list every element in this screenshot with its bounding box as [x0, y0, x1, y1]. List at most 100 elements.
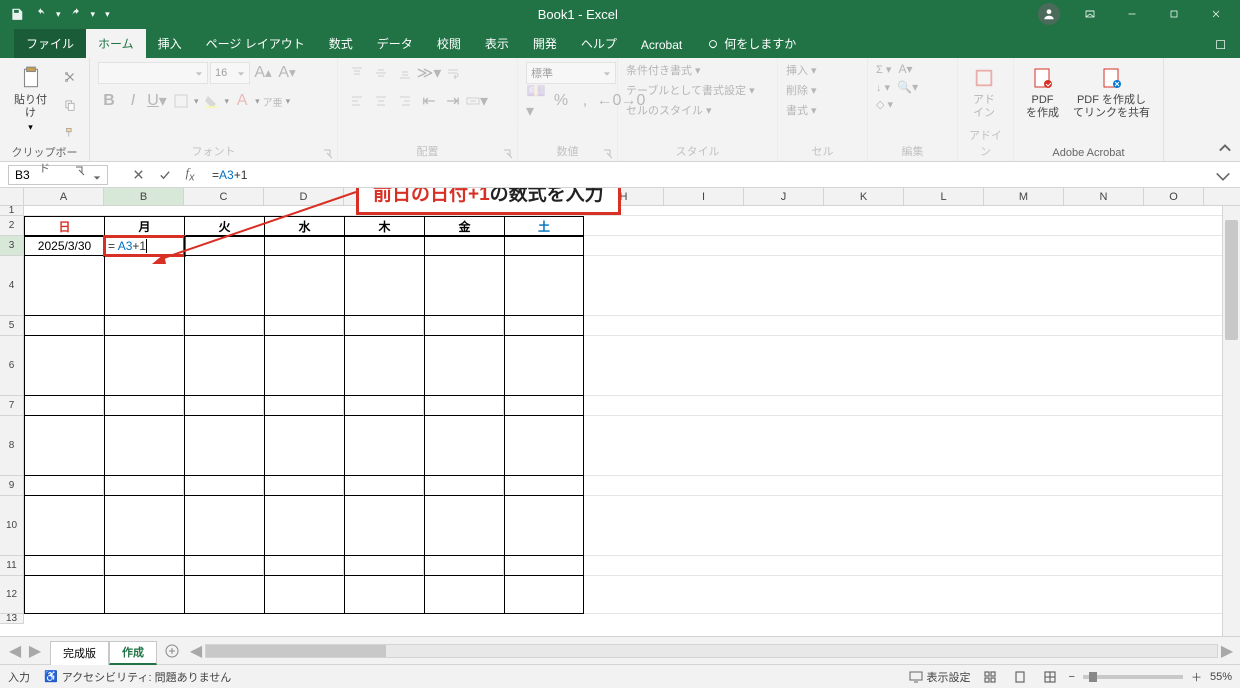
format-painter-icon[interactable] [59, 122, 81, 144]
clipboard-dialog-launcher[interactable] [75, 166, 85, 176]
col-header-N[interactable]: N [1064, 188, 1144, 205]
increase-font-icon[interactable]: A▴ [252, 62, 274, 84]
delete-cells-button[interactable]: 削除 ▾ [786, 82, 817, 98]
page-break-view-icon[interactable] [1039, 668, 1061, 686]
row-header-1[interactable]: 1 [0, 206, 24, 216]
hscroll-right-icon[interactable]: ▶ [1218, 642, 1236, 660]
number-dialog-launcher[interactable] [603, 149, 613, 159]
font-color-button[interactable]: A [231, 90, 253, 112]
vertical-scrollbar[interactable] [1222, 206, 1240, 636]
user-account-icon[interactable] [1038, 3, 1060, 25]
tab-review[interactable]: 校閲 [425, 29, 473, 58]
cell-G3[interactable] [504, 236, 584, 256]
ribbon-display-icon[interactable] [1070, 0, 1110, 28]
row-header-2[interactable]: 2 [0, 216, 24, 236]
alignment-dialog-launcher[interactable] [503, 149, 513, 159]
cell-F2[interactable]: 金 [424, 216, 504, 236]
orientation-icon[interactable]: ≫▾ [418, 62, 440, 84]
pdf-share-button[interactable]: PDF を作成し てリンクを共有 [1069, 62, 1154, 122]
sheet-nav-first-icon[interactable]: ◀ [6, 642, 24, 660]
maximize-button[interactable] [1154, 0, 1194, 28]
tab-data[interactable]: データ [365, 29, 425, 58]
decrease-decimal-icon[interactable]: →0 [622, 90, 644, 112]
tab-home[interactable]: ホーム [86, 29, 146, 58]
sheet-tab-completed[interactable]: 完成版 [50, 641, 109, 665]
cancel-formula-icon[interactable] [126, 165, 150, 185]
row-header-7[interactable]: 7 [0, 396, 24, 416]
col-header-J[interactable]: J [744, 188, 824, 205]
col-header-C[interactable]: C [184, 188, 264, 205]
undo-dropdown[interactable]: ▾ [56, 9, 61, 20]
accessibility-icon[interactable]: ♿ [44, 670, 58, 683]
align-right-icon[interactable] [394, 90, 416, 112]
number-format-combo[interactable]: 標準 [526, 62, 616, 84]
cell-A2[interactable]: 日 [24, 216, 104, 236]
cut-icon[interactable] [59, 66, 81, 88]
page-layout-view-icon[interactable] [1009, 668, 1031, 686]
align-center-icon[interactable] [370, 90, 392, 112]
tab-insert[interactable]: 挿入 [146, 29, 194, 58]
wrap-text-icon[interactable] [442, 62, 464, 84]
increase-decimal-icon[interactable]: ←0 [598, 90, 620, 112]
col-header-M[interactable]: M [984, 188, 1064, 205]
close-button[interactable] [1196, 0, 1236, 28]
col-header-K[interactable]: K [824, 188, 904, 205]
percent-icon[interactable]: % [550, 90, 572, 112]
minimize-button[interactable] [1112, 0, 1152, 28]
col-header-A[interactable]: A [24, 188, 104, 205]
align-top-icon[interactable] [346, 62, 368, 84]
cell-E3[interactable] [344, 236, 424, 256]
autosum-button[interactable]: Σ ▾ [876, 63, 891, 76]
zoom-out-button[interactable]: − [1069, 671, 1075, 683]
increase-indent-icon[interactable]: ⇥ [442, 90, 464, 112]
qat-customize[interactable]: ▾ [105, 9, 110, 20]
share-button[interactable]: ☐ [1201, 32, 1240, 58]
paste-button[interactable]: 貼り付け ▾ [8, 62, 53, 135]
decrease-indent-icon[interactable]: ⇤ [418, 90, 440, 112]
cell-D3[interactable] [264, 236, 344, 256]
col-header-I[interactable]: I [664, 188, 744, 205]
bold-button[interactable]: B [98, 90, 120, 112]
comma-icon[interactable]: , [574, 90, 596, 112]
enter-formula-icon[interactable] [152, 165, 176, 185]
tab-acrobat[interactable]: Acrobat [629, 32, 694, 58]
font-name-combo[interactable] [98, 62, 208, 84]
border-button[interactable] [170, 90, 192, 112]
hscroll-left-icon[interactable]: ◀ [187, 642, 205, 660]
cell-B3[interactable]: = A3+1 [104, 236, 184, 256]
zoom-slider[interactable] [1083, 675, 1183, 679]
cell-F3[interactable] [424, 236, 504, 256]
decrease-font-icon[interactable]: A▾ [276, 62, 298, 84]
cell-C2[interactable]: 火 [184, 216, 264, 236]
copy-icon[interactable] [59, 94, 81, 116]
cell-E2[interactable]: 木 [344, 216, 424, 236]
collapse-ribbon-icon[interactable] [1216, 139, 1234, 157]
zoom-level[interactable]: 55% [1210, 671, 1232, 683]
sheet-tab-create[interactable]: 作成 [109, 641, 157, 665]
font-size-combo[interactable]: 16 [210, 62, 250, 84]
cell-C3[interactable] [184, 236, 264, 256]
conditional-format-button[interactable]: 条件付き書式 ▾ [626, 62, 701, 78]
col-header-B[interactable]: B [104, 188, 184, 205]
tab-help[interactable]: ヘルプ [569, 29, 629, 58]
row-header-8[interactable]: 8 [0, 416, 24, 476]
spreadsheet-grid[interactable]: 前日の日付+1の数式を入力 A B C D E F G H I J K L M … [0, 188, 1240, 636]
expand-formula-bar-icon[interactable] [1212, 165, 1234, 185]
col-header-O[interactable]: O [1144, 188, 1204, 205]
fill-button[interactable]: ↓ ▾ [876, 81, 890, 94]
phonetic-button[interactable]: ア亜 [262, 90, 284, 112]
row-header-9[interactable]: 9 [0, 476, 24, 496]
cell-A3[interactable]: 2025/3/30 [24, 236, 104, 256]
row-header-12[interactable]: 12 [0, 576, 24, 614]
pdf-create-button[interactable]: PDF を作成 [1022, 62, 1063, 122]
zoom-in-button[interactable]: ＋ [1191, 669, 1202, 685]
cell-D2[interactable]: 水 [264, 216, 344, 236]
display-settings-button[interactable]: 表示設定 [909, 669, 971, 685]
align-middle-icon[interactable] [370, 62, 392, 84]
fill-color-button[interactable] [201, 90, 223, 112]
tab-developer[interactable]: 開発 [521, 29, 569, 58]
clear-button[interactable]: ◇ ▾ [876, 98, 893, 111]
row-header-10[interactable]: 10 [0, 496, 24, 556]
horizontal-scrollbar[interactable] [205, 644, 1218, 658]
italic-button[interactable]: I [122, 90, 144, 112]
